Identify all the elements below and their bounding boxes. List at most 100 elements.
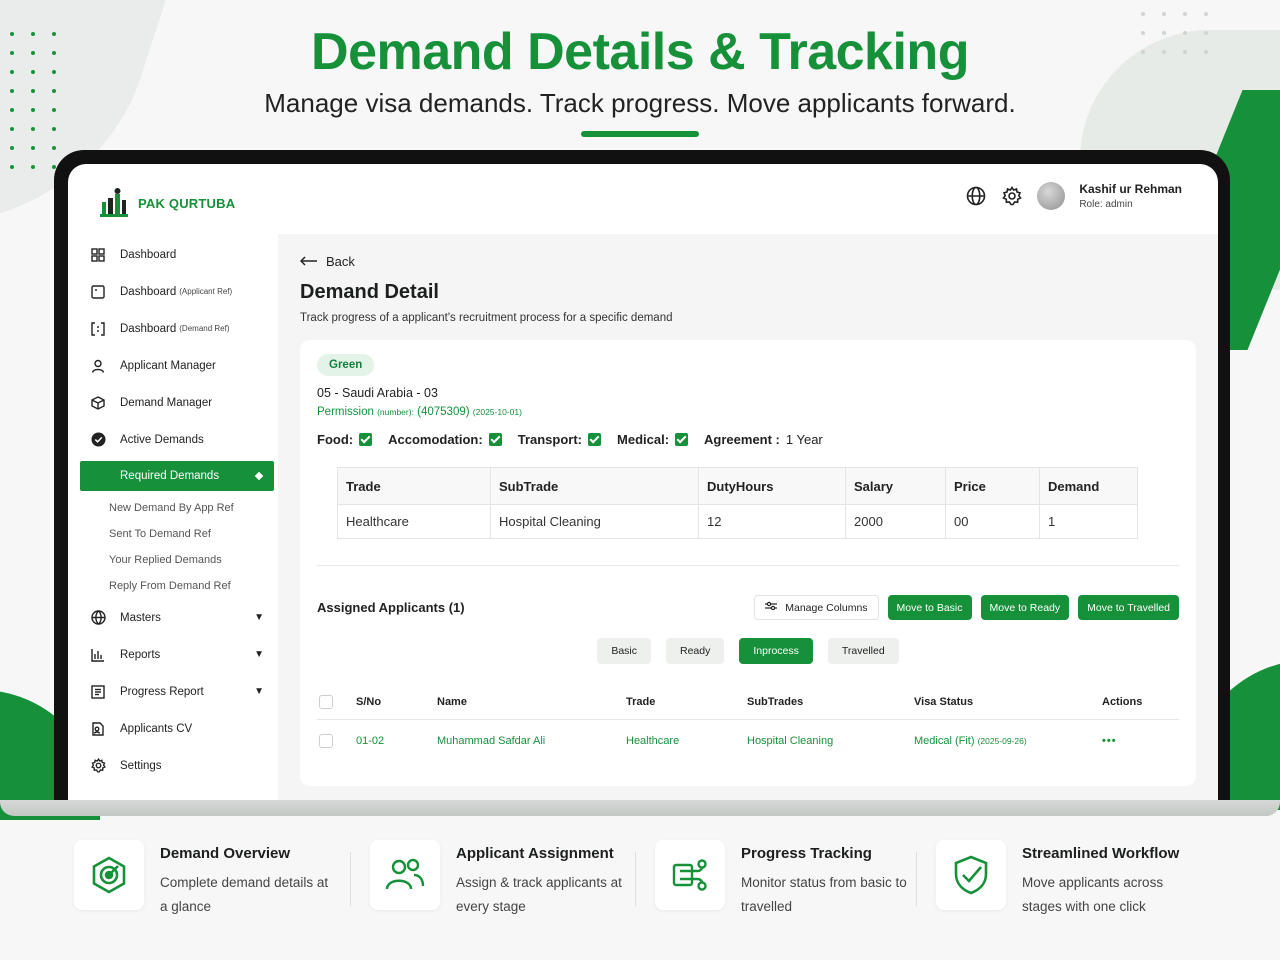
sidebar-item-demand-manager[interactable]: Demand Manager [68, 384, 278, 421]
applicant-visa-status: Medical (Fit) (2025-09-26) [914, 735, 1027, 747]
hero-subtitle: Manage visa demands. Track progress. Mov… [264, 88, 1016, 118]
tab-ready[interactable]: Ready [666, 638, 725, 664]
sidebar-item-progress-report[interactable]: Progress Report ▼ [68, 673, 278, 710]
table-header-row: Trade SubTrade DutyHours Salary Price De… [337, 467, 1138, 505]
facility-food: Food: [317, 432, 373, 447]
sidebar-item-label: Dashboard [120, 322, 177, 335]
sidebar-item-reports[interactable]: Reports ▼ [68, 636, 278, 673]
sidebar-subitem-sent-to-demand-ref[interactable]: Sent To Demand Ref [68, 521, 278, 547]
globe-icon[interactable] [965, 185, 987, 207]
sidebar-subitem-new-demand[interactable]: New Demand By App Ref [68, 495, 278, 521]
sidebar-item-dashboard-demand-ref[interactable]: Dashboard (Demand Ref) [68, 310, 278, 347]
table-row[interactable]: 01-02 Muhammad Safdar Ali Healthcare Hos… [317, 720, 1179, 762]
main-content: Back Demand Detail Track progress of a a… [278, 234, 1218, 804]
permission-info: Permission (number): (4075309) (2025-10-… [317, 406, 1179, 418]
feature-title: Applicant Assignment [456, 845, 614, 862]
sidebar: Dashboard Dashboard (Applicant Ref) Dash… [68, 236, 278, 804]
facility-label: Transport: [517, 432, 583, 447]
assigned-header: Assigned Applicants (1) Manage Columns M… [317, 595, 1179, 620]
select-all-checkbox[interactable] [319, 694, 333, 709]
sidebar-subitem-your-replied-demands[interactable]: Your Replied Demands [68, 547, 278, 573]
sidebar-item-applicant-manager[interactable]: Applicant Manager [68, 347, 278, 384]
feature-description: Monitor status from basic to travelled [741, 875, 907, 914]
facility-transport: Transport: [517, 432, 602, 447]
sidebar-item-active-demands[interactable]: Active Demands [68, 421, 278, 458]
brand-name: PAK QURTUBA [138, 195, 236, 211]
feature-title: Demand Overview [160, 845, 291, 862]
back-button[interactable]: Back [299, 254, 1196, 269]
sidebar-item-masters[interactable]: Masters ▼ [68, 599, 278, 636]
table-cell: Healthcare [337, 504, 491, 539]
visa-status-text: Medical (Fit) [914, 735, 975, 747]
check-circle-icon [90, 432, 106, 448]
hero: Demand Details & Tracking Manage visa de… [0, 22, 1280, 137]
permission-label: Permission [317, 406, 374, 418]
table-header: S/No [356, 695, 382, 708]
feature-progress-tracking: Progress Tracking Monitor status from ba… [655, 840, 911, 919]
checkbox-checked[interactable] [488, 433, 502, 446]
row-checkbox[interactable] [319, 734, 333, 748]
grid-icon [90, 247, 106, 263]
move-to-travelled-button[interactable]: Move to Travelled [1078, 595, 1179, 620]
feature-title: Progress Tracking [741, 845, 872, 862]
sidebar-item-required-demands[interactable]: Required Demands [80, 461, 274, 491]
checkbox-checked[interactable] [675, 433, 689, 446]
button-label: Manage Columns [785, 601, 868, 614]
table-header: DutyHours [698, 467, 846, 505]
sidebar-item-applicants-cv[interactable]: Applicants CV [68, 710, 278, 747]
facilities: Food: Accomodation: Transport: Medical: [317, 432, 1179, 447]
gear-icon[interactable] [1001, 185, 1023, 207]
facility-label: Medical: [617, 432, 670, 447]
sidebar-item-settings[interactable]: Settings [68, 747, 278, 784]
facility-medical: Medical: [617, 432, 689, 447]
brand-logo[interactable]: PAK QURTUBA [98, 186, 235, 220]
report-icon [90, 684, 106, 700]
target-icon [74, 840, 144, 910]
table-cell: 1 [1039, 504, 1138, 539]
feature-demand-overview: Demand Overview Complete demand details … [74, 840, 330, 919]
divider [350, 852, 351, 906]
sidebar-subitem-reply-from-demand-ref[interactable]: Reply From Demand Ref [68, 573, 278, 599]
hero-title: Demand Details & Tracking [311, 23, 969, 81]
sliders-icon [765, 601, 778, 614]
user-name: Kashif ur Rehman [1079, 182, 1182, 196]
table-header: Demand [1039, 467, 1138, 505]
sidebar-item-suffix: (Demand Ref) [179, 324, 230, 333]
more-actions-icon[interactable]: ••• [1102, 735, 1117, 747]
sidebar-item-label: Required Demands [120, 470, 220, 482]
checkbox-checked[interactable] [359, 433, 373, 446]
sidebar-item-label: Settings [120, 759, 162, 772]
user-icon [90, 358, 106, 374]
sidebar-item-label: Applicant Manager [120, 359, 216, 372]
status-badge: Green [317, 354, 375, 376]
user-info[interactable]: Kashif ur Rehman Role: admin [1079, 182, 1182, 210]
caret-down-icon: ▼ [254, 649, 264, 660]
table-cell: 12 [698, 504, 846, 539]
checkbox-checked[interactable] [588, 433, 602, 446]
sidebar-item-label: Dashboard [120, 248, 177, 261]
manage-columns-button[interactable]: Manage Columns [754, 595, 879, 620]
features-strip: Demand Overview Complete demand details … [74, 840, 1214, 920]
tab-travelled[interactable]: Travelled [827, 638, 899, 664]
avatar[interactable] [1037, 182, 1066, 210]
page-subtitle: Track progress of a applicant's recruitm… [300, 312, 673, 324]
table-header: Actions [1102, 695, 1143, 708]
sidebar-item-dashboard-applicant-ref[interactable]: Dashboard (Applicant Ref) [68, 273, 278, 310]
sidebar-item-dashboard[interactable]: Dashboard [68, 236, 278, 273]
globe-grid-icon [90, 610, 106, 626]
move-to-basic-button[interactable]: Move to Basic [887, 595, 972, 620]
applicant-name[interactable]: Muhammad Safdar Ali [437, 735, 545, 747]
applicant-trade: Healthcare [626, 735, 680, 747]
feature-applicant-assignment: Applicant Assignment Assign & track appl… [370, 840, 626, 919]
table-header: Trade [626, 695, 656, 708]
feature-title: Streamlined Workflow [1022, 845, 1180, 862]
sidebar-item-suffix: (Applicant Ref) [179, 287, 233, 296]
permission-date: (2025-10-01) [472, 407, 522, 417]
bar-chart-icon [90, 647, 106, 663]
trade-table: Trade SubTrade DutyHours Salary Price De… [337, 467, 1138, 539]
move-to-ready-button[interactable]: Move to Ready [980, 595, 1070, 620]
feature-description: Move applicants across stages with one c… [1022, 875, 1164, 914]
divider [916, 852, 917, 906]
tab-basic[interactable]: Basic [597, 638, 651, 664]
tab-inprocess[interactable]: Inprocess [739, 638, 813, 664]
